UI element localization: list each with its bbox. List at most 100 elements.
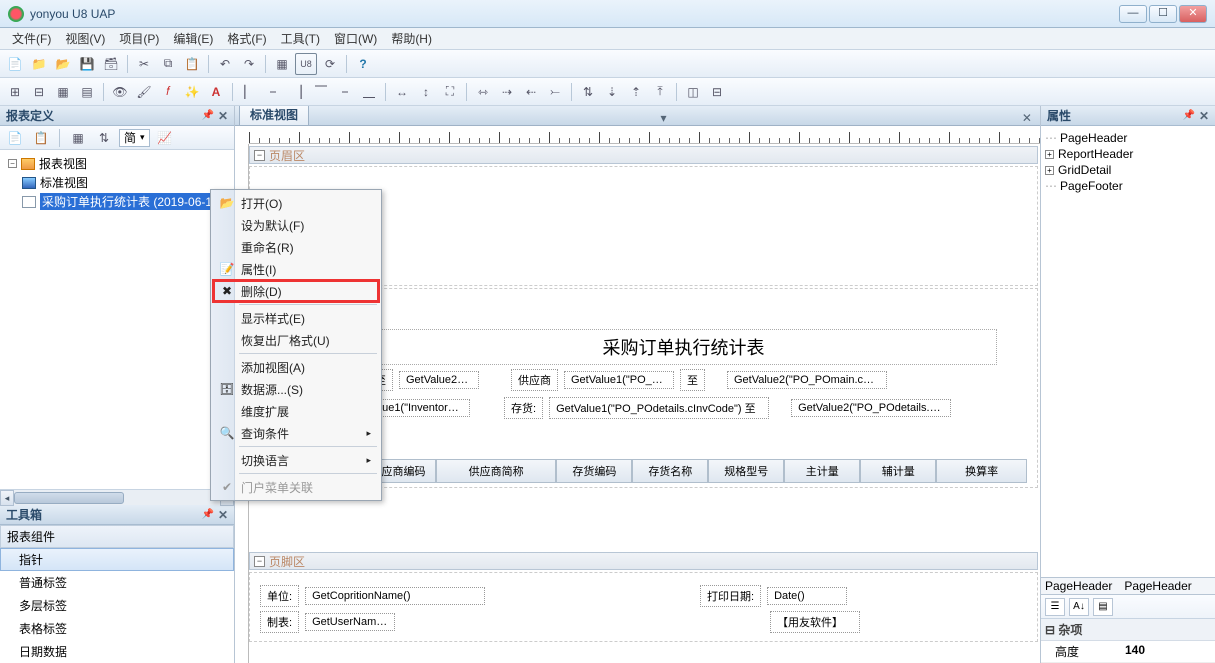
add-row-icon[interactable]: ⊞ [4,81,26,103]
table-icon[interactable]: ▦ [52,81,74,103]
vspace-inc-icon[interactable]: ⇣ [601,81,623,103]
ctx-item-添加视图a[interactable]: 添加视图(A) [213,356,379,378]
menu-format[interactable]: 格式(F) [221,28,272,49]
redo-icon[interactable]: ↷ [238,53,260,75]
toolbox-item-tablelabel[interactable]: 表格标签 [0,617,234,640]
save-icon[interactable]: 💾 [76,53,98,75]
ctx-item-数据源s[interactable]: 🗄数据源...(S) [213,378,379,400]
toolbox-item-datedata[interactable]: 日期数据 [0,640,234,663]
align-top-icon[interactable]: ⎺ [310,81,332,103]
menu-tools[interactable]: 工具(T) [275,28,326,49]
minimize-button[interactable]: — [1119,5,1147,23]
toolbox-item-pointer[interactable]: 指针 [0,548,234,571]
col-rate[interactable]: 换算率 [936,459,1027,483]
prop-category-misc[interactable]: ⊟ 杂项 [1041,619,1215,641]
align-middle-icon[interactable]: ⎯ [334,81,356,103]
add-report-icon[interactable]: 📄 [4,127,26,149]
col-spec[interactable]: 规格型号 [708,459,784,483]
layout-icon[interactable]: ▦ [67,127,89,149]
hspace-rm-icon[interactable]: ⤚ [544,81,566,103]
tree-root[interactable]: − 报表视图 [4,154,230,173]
grid-icon[interactable]: ▦ [271,53,293,75]
field-vendor-to[interactable]: GetValue2("PO_POmain.cVen… [727,371,887,389]
toolbox-item-multilabel[interactable]: 多层标签 [0,594,234,617]
add-view-icon[interactable]: 📋 [30,127,52,149]
ctx-item-显示样式e[interactable]: 显示样式(E) [213,307,379,329]
prop-categorized-icon[interactable]: ☰ [1045,598,1065,616]
menu-window[interactable]: 窗口(W) [328,28,383,49]
field-inventory-label[interactable]: 存货: [504,397,543,419]
col-main-uom[interactable]: 主计量 [784,459,860,483]
maximize-button[interactable]: ☐ [1149,5,1177,23]
field-inventory-from[interactable]: GetValue1("PO_POdetails.cInvCode") 至 [549,397,769,419]
hspace-eq-icon[interactable]: ⇿ [472,81,494,103]
refresh-icon[interactable]: ⟳ [319,53,341,75]
sort-icon[interactable]: ⇅ [93,127,115,149]
ctx-item-打开o[interactable]: 📂打开(O) [213,192,379,214]
foot-maker-val[interactable]: GetUserNam… [305,613,395,631]
hspace-dec-icon[interactable]: ⇠ [520,81,542,103]
paste-icon[interactable]: 📋 [181,53,203,75]
collapse-icon[interactable]: − [8,159,17,168]
report-title-label[interactable]: 采购订单执行统计表 [370,329,997,365]
prop-row-height[interactable]: 高度 140 [1041,641,1215,663]
center-v-icon[interactable]: ⊟ [706,81,728,103]
prop-node-pagefooter[interactable]: ⋯PageFooter [1045,178,1211,194]
tab-standard-view[interactable]: 标准视图 [239,106,309,125]
brush-icon[interactable]: 🖌 [133,81,155,103]
ctx-item-查询条件[interactable]: 🔍查询条件▸ [213,422,379,444]
col-inv-code[interactable]: 存货编码 [556,459,632,483]
new-icon[interactable]: 📄 [4,53,26,75]
col-vendor-name[interactable]: 供应商简称 [436,459,556,483]
close-panel-icon[interactable]: ✕ [218,109,228,123]
pin-icon[interactable]: 📌 [201,110,213,121]
foot-maker-label[interactable]: 制表: [260,611,299,633]
prop-node-griddetail[interactable]: +GridDetail [1045,162,1211,178]
font-icon[interactable]: A [205,81,227,103]
collapse-icon[interactable]: − [254,556,265,567]
align-bottom-icon[interactable]: ⎽ [358,81,380,103]
field-vendor-from[interactable]: GetValue1("PO_POma… [564,371,674,389]
open-icon[interactable]: 📂 [52,53,74,75]
ctx-item-设为默认f[interactable]: 设为默认(F) [213,214,379,236]
prop-alpha-icon[interactable]: A↓ [1069,598,1089,616]
field-inventory-to[interactable]: GetValue2("PO_POdetails.c… [791,399,951,417]
eye-icon[interactable]: 👁 [109,81,131,103]
align-right-icon[interactable]: ▕ [286,81,308,103]
collapse-icon[interactable]: − [254,150,265,161]
section-bar-header[interactable]: − 页眉区 [249,146,1038,164]
prop-pages-icon[interactable]: ▤ [1093,598,1113,616]
align-left-icon[interactable]: ▏ [238,81,260,103]
center-h-icon[interactable]: ◫ [682,81,704,103]
field-getvalue2[interactable]: GetValue2… [399,371,479,389]
wand-icon[interactable]: ✨ [181,81,203,103]
tree-hscrollbar[interactable]: ◂ ▸ [0,489,234,505]
same-width-icon[interactable]: ↔ [391,81,413,103]
vspace-eq-icon[interactable]: ⇅ [577,81,599,103]
pin-icon[interactable]: 📌 [1182,110,1194,121]
close-panel-icon[interactable]: ✕ [1199,109,1209,123]
fn-icon[interactable]: 𝑓 [157,81,179,103]
vspace-dec-icon[interactable]: ⇡ [625,81,647,103]
menu-view[interactable]: 视图(V) [59,28,111,49]
vspace-rm-icon[interactable]: ⤒ [649,81,671,103]
menu-project[interactable]: 项目(P) [113,28,165,49]
del-row-icon[interactable]: ⊟ [28,81,50,103]
help-icon[interactable]: ? [352,53,374,75]
menu-file[interactable]: 文件(F) [6,28,57,49]
col-inv-name[interactable]: 存货名称 [632,459,708,483]
close-button[interactable]: ✕ [1179,5,1207,23]
ctx-item-维度扩展[interactable]: 维度扩展 [213,400,379,422]
scroll-thumb[interactable] [14,492,124,504]
chart-icon[interactable]: 📈 [154,127,176,149]
toolbox-category[interactable]: 报表组件 [0,525,234,548]
hspace-inc-icon[interactable]: ⇢ [496,81,518,103]
tree-node-std-view[interactable]: 标准视图 [4,173,230,192]
undo-icon[interactable]: ↶ [214,53,236,75]
new-folder-icon[interactable]: 📁 [28,53,50,75]
foot-printdate-val[interactable]: Date() [767,587,847,605]
foot-unit-label[interactable]: 单位: [260,585,299,607]
save-all-icon[interactable]: 🗃 [100,53,122,75]
u8-icon[interactable]: U8 [295,53,317,75]
menu-help[interactable]: 帮助(H) [385,28,438,49]
